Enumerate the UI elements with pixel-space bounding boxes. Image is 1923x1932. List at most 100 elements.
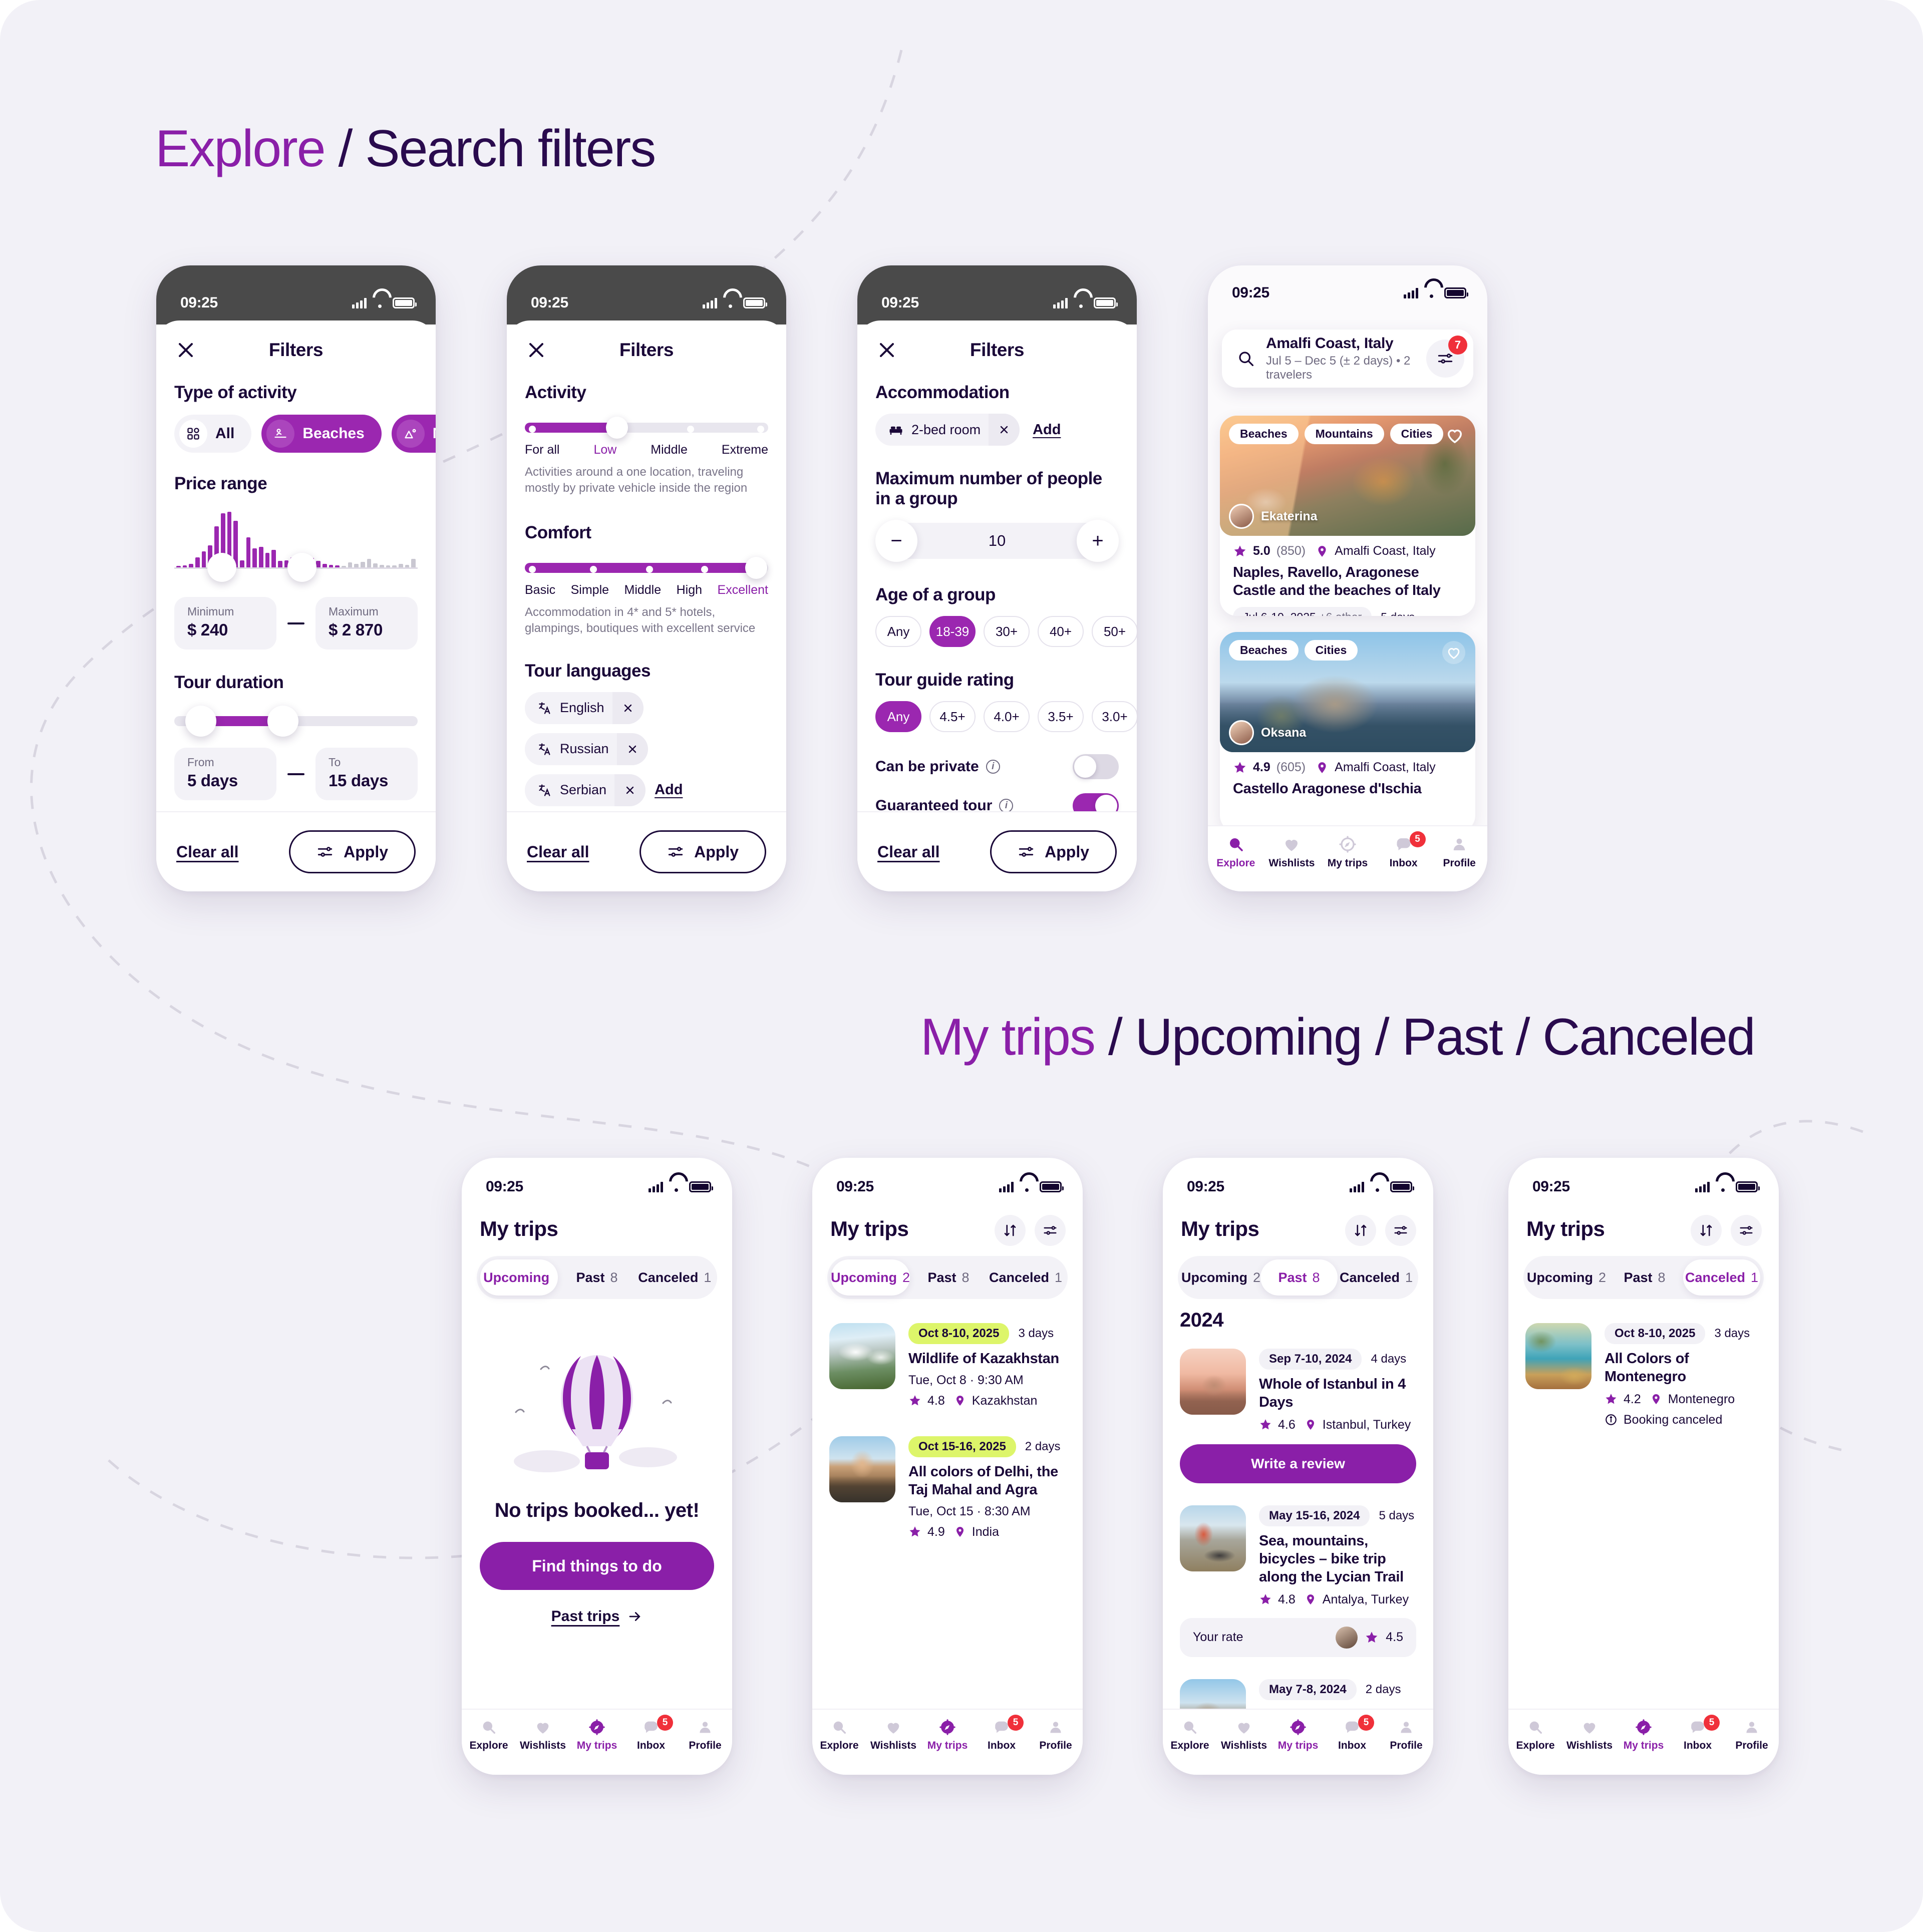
language-chip-russian[interactable]: Russian <box>525 733 648 765</box>
tab-inbox[interactable]: 5 Inbox <box>975 1715 1029 1752</box>
tab-profile[interactable]: Profile <box>1029 1719 1083 1752</box>
wishlist-heart-icon[interactable] <box>1444 425 1465 446</box>
tab-upcoming[interactable]: Upcoming 2 <box>1527 1259 1606 1296</box>
rating-option-35[interactable]: 3.5+ <box>1038 701 1084 732</box>
tab-explore[interactable]: Explore <box>1208 835 1264 869</box>
tab-upcoming[interactable]: Upcoming <box>480 1259 558 1296</box>
price-histogram-slider[interactable] <box>174 507 418 582</box>
add-accommodation-button[interactable]: Add <box>1033 422 1061 438</box>
tour-card[interactable]: Beaches Cities Oksana 4.9 (605) Amalfi C… <box>1220 632 1475 832</box>
tab-canceled[interactable]: Canceled 1 <box>1683 1259 1760 1296</box>
remove-icon[interactable] <box>614 774 646 806</box>
find-things-to-do-button[interactable]: Find things to do <box>480 1542 714 1590</box>
trip-row[interactable]: Oct 15-16, 2025 2 days All colors of Del… <box>829 1436 1066 1539</box>
tab-explore[interactable]: Explore <box>462 1719 516 1752</box>
close-icon[interactable] <box>875 339 898 362</box>
tab-mytrips[interactable]: My trips <box>920 1719 975 1752</box>
price-max-handle[interactable] <box>287 553 316 582</box>
guaranteed-tour-toggle[interactable] <box>1073 793 1119 811</box>
remove-icon[interactable] <box>989 414 1020 446</box>
rating-option-40[interactable]: 4.0+ <box>984 701 1030 732</box>
tab-mytrips[interactable]: My trips <box>570 1719 624 1752</box>
clear-all-button[interactable]: Clear all <box>176 843 239 861</box>
age-option-any[interactable]: Any <box>875 616 921 647</box>
apply-button[interactable]: Apply <box>990 830 1117 873</box>
filter-button[interactable] <box>1385 1215 1416 1246</box>
tab-upcoming[interactable]: Upcoming 2 <box>1181 1259 1260 1296</box>
tab-inbox[interactable]: 5 Inbox <box>1671 1715 1725 1752</box>
sort-button[interactable] <box>995 1215 1026 1246</box>
sort-button[interactable] <box>1345 1215 1376 1246</box>
trip-row[interactable]: Sep 7-10, 2024 4 days Whole of Istanbul … <box>1180 1349 1416 1432</box>
tab-profile[interactable]: Profile <box>1379 1719 1433 1752</box>
tour-card[interactable]: Beaches Mountains Cities Ekaterina 5.0 (… <box>1220 416 1475 616</box>
wishlist-heart-icon[interactable] <box>1442 641 1465 664</box>
apply-button[interactable]: Apply <box>639 830 766 873</box>
chip-mountains[interactable]: Mountains <box>391 415 436 453</box>
duration-from-field[interactable]: From 5 days <box>174 748 276 800</box>
age-option-30plus[interactable]: 30+ <box>984 616 1030 647</box>
tab-profile[interactable]: Profile <box>678 1719 732 1752</box>
tab-canceled[interactable]: Canceled 1 <box>636 1259 714 1296</box>
tab-past[interactable]: Past 8 <box>1606 1259 1683 1296</box>
activity-slider[interactable] <box>525 415 768 441</box>
tab-inbox[interactable]: 5 Inbox <box>624 1715 678 1752</box>
close-icon[interactable] <box>525 339 548 362</box>
trip-row[interactable]: Oct 8-10, 2025 3 days Wildlife of Kazakh… <box>829 1323 1066 1408</box>
comfort-handle[interactable] <box>745 556 767 579</box>
chip-all[interactable]: All <box>174 415 252 453</box>
tab-mytrips[interactable]: My trips <box>1271 1719 1325 1752</box>
open-filters-button[interactable]: 7 <box>1426 336 1467 378</box>
info-icon[interactable]: i <box>986 760 1000 774</box>
info-icon[interactable]: i <box>999 799 1014 811</box>
clear-all-button[interactable]: Clear all <box>527 843 589 861</box>
tab-wishlists[interactable]: Wishlists <box>866 1719 920 1752</box>
remove-icon[interactable] <box>612 692 644 724</box>
price-max-field[interactable]: Maximum $ 2 870 <box>315 597 418 650</box>
close-icon[interactable] <box>174 339 197 362</box>
duration-max-handle[interactable] <box>267 706 298 737</box>
age-option-50plus[interactable]: 50+ <box>1092 616 1137 647</box>
accommodation-chip-bedroom[interactable]: 2-bed room <box>875 414 1020 446</box>
filter-button[interactable] <box>1731 1215 1762 1246</box>
your-rate-row[interactable]: Your rate 4.5 <box>1180 1618 1416 1657</box>
price-min-handle[interactable] <box>207 553 236 582</box>
duration-to-field[interactable]: To 15 days <box>315 748 418 800</box>
duration-min-handle[interactable] <box>185 706 216 737</box>
age-option-18-39[interactable]: 18-39 <box>929 616 976 647</box>
tab-upcoming[interactable]: Upcoming 2 <box>831 1259 910 1296</box>
chip-beaches[interactable]: Beaches <box>261 415 382 453</box>
activity-handle[interactable] <box>606 417 628 439</box>
rating-option-any[interactable]: Any <box>875 701 921 732</box>
language-chip-serbian[interactable]: Serbian <box>525 774 646 806</box>
tab-mytrips[interactable]: My trips <box>1617 1719 1671 1752</box>
comfort-slider[interactable] <box>525 555 768 581</box>
add-language-button[interactable]: Add <box>655 782 683 798</box>
tab-mytrips[interactable]: My trips <box>1320 835 1376 869</box>
rating-option-45[interactable]: 4.5+ <box>929 701 976 732</box>
tab-inbox[interactable]: 5 Inbox <box>1325 1715 1379 1752</box>
price-min-field[interactable]: Minimum $ 240 <box>174 597 276 650</box>
past-trips-link[interactable]: Past trips <box>551 1608 643 1625</box>
tab-canceled[interactable]: Canceled 1 <box>987 1259 1064 1296</box>
tab-past[interactable]: Past 8 <box>910 1259 987 1296</box>
write-review-button[interactable]: Write a review <box>1180 1444 1416 1483</box>
tab-past[interactable]: Past 8 <box>558 1259 635 1296</box>
tab-canceled[interactable]: Canceled 1 <box>1338 1259 1415 1296</box>
trip-row[interactable]: May 15-16, 2024 5 days Sea, mountains, b… <box>1180 1505 1416 1607</box>
search-bar[interactable]: Amalfi Coast, Italy Jul 5 – Dec 5 (± 2 d… <box>1222 330 1473 388</box>
tab-wishlists[interactable]: Wishlists <box>1562 1719 1617 1752</box>
tab-explore[interactable]: Explore <box>1163 1719 1217 1752</box>
filter-button[interactable] <box>1035 1215 1066 1246</box>
remove-icon[interactable] <box>616 733 648 765</box>
age-option-40plus[interactable]: 40+ <box>1038 616 1084 647</box>
increment-button[interactable]: + <box>1077 520 1119 562</box>
tab-profile[interactable]: Profile <box>1431 835 1487 869</box>
clear-all-button[interactable]: Clear all <box>877 843 940 861</box>
apply-button[interactable]: Apply <box>289 830 416 873</box>
tab-past[interactable]: Past 8 <box>1260 1259 1338 1296</box>
tab-explore[interactable]: Explore <box>812 1719 866 1752</box>
language-chip-english[interactable]: English <box>525 692 644 724</box>
tour-duration-slider[interactable] <box>174 706 418 737</box>
tab-inbox[interactable]: 5 Inbox <box>1376 831 1432 869</box>
